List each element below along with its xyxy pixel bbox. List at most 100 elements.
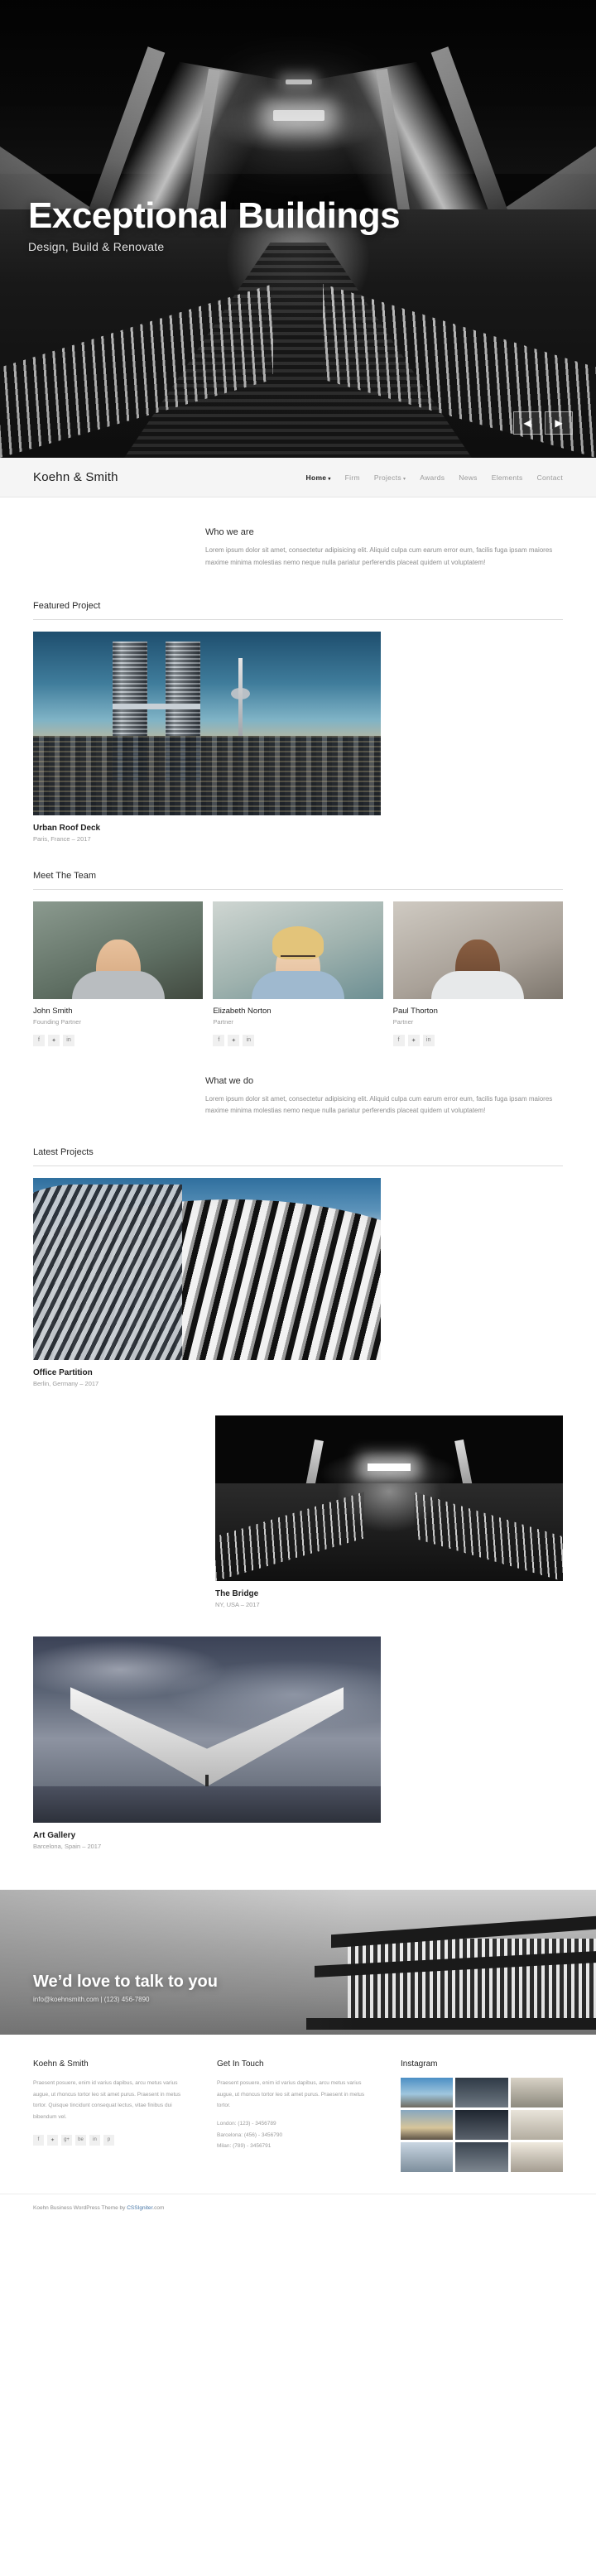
- project-title[interactable]: Office Partition: [33, 1368, 563, 1377]
- nav-item-projects[interactable]: Projects ▾: [374, 473, 406, 482]
- pinterest-icon[interactable]: p: [103, 2134, 114, 2146]
- project-image-office-partition[interactable]: [33, 1178, 381, 1361]
- twitter-icon[interactable]: ✦: [48, 1034, 60, 1046]
- nav-item-elements[interactable]: Elements: [492, 473, 523, 482]
- facebook-icon[interactable]: f: [392, 1034, 405, 1046]
- chevron-down-icon: ▾: [328, 476, 331, 482]
- facebook-icon[interactable]: f: [33, 1034, 45, 1046]
- nav-item-firm[interactable]: Firm: [345, 473, 360, 482]
- project-image-the-bridge[interactable]: [215, 1415, 563, 1582]
- site-footer: Koehn & Smith Praesent posuere, enim id …: [0, 2035, 596, 2173]
- hero-slider-controls: ◀ ▶: [513, 411, 573, 435]
- footer-instagram-column: Instagram: [401, 2059, 563, 2173]
- team-section: Meet The Team John Smith Founding Partne…: [0, 843, 596, 1046]
- team-member-role: Partner: [392, 1017, 414, 1026]
- facebook-icon[interactable]: f: [213, 1034, 225, 1046]
- phone-milan: Milan: (789) - 3456791: [217, 2143, 272, 2150]
- instagram-thumbnail[interactable]: [510, 2110, 563, 2141]
- hero-slider: Exceptional Buildings Design, Build & Re…: [0, 0, 596, 458]
- cta-overlay: [0, 1890, 596, 2035]
- team-member-photo[interactable]: [213, 901, 383, 999]
- team-member-role: Partner: [213, 1017, 233, 1026]
- linkedin-icon[interactable]: in: [63, 1034, 74, 1046]
- instagram-thumbnail[interactable]: [401, 2078, 454, 2108]
- team-member: John Smith Founding Partner f ✦ in: [33, 901, 204, 1046]
- instagram-thumbnail[interactable]: [455, 2110, 508, 2141]
- cta-banner: We’d love to talk to you info@koehnsmith…: [0, 1890, 596, 2035]
- featured-project-meta: Paris, France – 2017: [33, 834, 91, 843]
- linkedin-icon[interactable]: in: [243, 1034, 255, 1046]
- copyright-bar: Koehn Business WordPress Theme by CSSIgn…: [0, 2194, 596, 2224]
- slider-prev-button[interactable]: ◀: [513, 411, 541, 435]
- linkedin-icon[interactable]: in: [89, 2134, 100, 2146]
- twitter-icon[interactable]: ✦: [228, 1034, 240, 1046]
- slider-next-button[interactable]: ▶: [545, 411, 573, 435]
- nav-label-projects: Projects: [373, 473, 401, 482]
- twitter-icon[interactable]: ✦: [407, 1034, 420, 1046]
- twitter-icon[interactable]: ✦: [47, 2134, 58, 2146]
- instagram-thumbnail[interactable]: [510, 2142, 563, 2173]
- team-member-name: John Smith: [33, 1006, 73, 1016]
- team-member-role: Founding Partner: [33, 1017, 81, 1026]
- footer-instagram-heading: Instagram: [401, 2059, 438, 2069]
- copyright-suffix: .com: [152, 2205, 165, 2212]
- nav-item-news[interactable]: News: [459, 473, 477, 482]
- team-member-photo[interactable]: [33, 901, 204, 999]
- team-member-name: Elizabeth Norton: [213, 1006, 272, 1016]
- cta-title: We’d love to talk to you: [33, 1973, 218, 1992]
- instagram-thumbnail[interactable]: [455, 2142, 508, 2173]
- nav-item-home[interactable]: Home ▾: [306, 473, 331, 482]
- what-we-do-heading: What we do: [205, 1075, 254, 1086]
- team-member-socials: f ✦ in: [33, 1034, 203, 1046]
- nav-item-awards[interactable]: Awards: [420, 473, 445, 482]
- project-title[interactable]: The Bridge: [215, 1589, 563, 1598]
- copyright-prefix: Koehn Business WordPress Theme by: [33, 2205, 127, 2212]
- team-grid: John Smith Founding Partner f ✦ in Eliza…: [33, 901, 563, 1046]
- footer-contact-heading: Get In Touch: [217, 2059, 264, 2069]
- team-member: Elizabeth Norton Partner f ✦ in: [213, 901, 383, 1046]
- featured-project-title[interactable]: Urban Roof Deck: [33, 824, 563, 833]
- project-meta: Berlin, Germany – 2017: [33, 1380, 99, 1388]
- linkedin-icon[interactable]: in: [422, 1034, 435, 1046]
- phone-london: London: (123) - 3456789: [217, 2121, 276, 2127]
- hero-title: Exceptional Buildings: [28, 195, 401, 236]
- instagram-thumbnail[interactable]: [510, 2078, 563, 2108]
- cssigniter-link[interactable]: CSSIgniter: [127, 2205, 152, 2211]
- hero-caption: Exceptional Buildings Design, Build & Re…: [28, 195, 401, 253]
- chevron-down-icon: ▾: [402, 476, 406, 482]
- project-meta: NY, USA – 2017: [215, 1601, 260, 1609]
- project-item: Art Gallery Barcelona, Spain – 2017: [33, 1636, 563, 1850]
- nav-item-contact[interactable]: Contact: [537, 473, 563, 482]
- google-plus-icon[interactable]: g+: [61, 2134, 72, 2146]
- instagram-thumbnail[interactable]: [401, 2110, 454, 2141]
- instagram-thumbnail[interactable]: [455, 2078, 508, 2108]
- featured-project-heading: Featured Project: [33, 600, 101, 611]
- footer-about-heading: Koehn & Smith: [33, 2059, 89, 2069]
- featured-project-section: Featured Project Urban Roof Deck Paris, …: [0, 570, 596, 843]
- behance-icon[interactable]: be: [75, 2134, 86, 2146]
- team-heading: Meet The Team: [33, 870, 97, 881]
- team-member-socials: f ✦ in: [392, 1034, 563, 1046]
- team-member-socials: f ✦ in: [213, 1034, 382, 1046]
- instagram-thumbnail[interactable]: [401, 2142, 454, 2173]
- project-item: Office Partition Berlin, Germany – 2017: [33, 1178, 563, 1387]
- main-navigation: Koehn & Smith Home ▾ Firm Projects ▾ Award…: [0, 458, 596, 497]
- footer-contact-column: Get In Touch Praesent posuere, enim id v…: [217, 2059, 379, 2172]
- team-member: Paul Thorton Partner f ✦ in: [392, 901, 563, 1046]
- what-we-do-section: What we do Lorem ipsum dolor sit amet, c…: [0, 1046, 596, 1118]
- footer-about-body: Praesent posuere, enim id varius dapibus…: [33, 2080, 181, 2121]
- footer-social-links: f ✦ g+ be in p: [33, 2134, 195, 2146]
- project-item: The Bridge NY, USA – 2017: [33, 1415, 563, 1608]
- project-title[interactable]: Art Gallery: [33, 1831, 563, 1840]
- project-image-art-gallery[interactable]: [33, 1636, 381, 1824]
- phone-barcelona: Barcelona: (456) - 3456790: [217, 2131, 283, 2138]
- who-we-are-section: Who we are Lorem ipsum dolor sit amet, c…: [0, 497, 596, 570]
- team-member-photo[interactable]: [392, 901, 563, 999]
- nav-menu: Home ▾ Firm Projects ▾ Awards News Element…: [306, 473, 563, 482]
- featured-project-image[interactable]: [33, 631, 381, 815]
- site-brand[interactable]: Koehn & Smith: [33, 470, 118, 484]
- facebook-icon[interactable]: f: [33, 2134, 44, 2146]
- footer-about-column: Koehn & Smith Praesent posuere, enim id …: [33, 2059, 195, 2172]
- what-we-do-body: Lorem ipsum dolor sit amet, consectetur …: [205, 1094, 553, 1115]
- instagram-grid: [401, 2078, 563, 2173]
